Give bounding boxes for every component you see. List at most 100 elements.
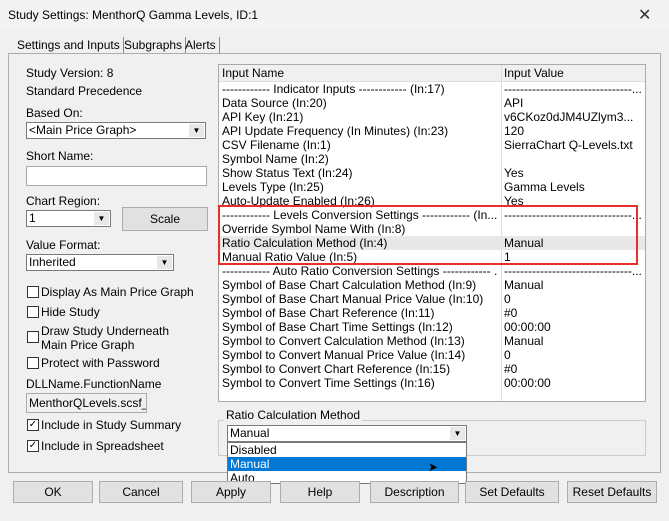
input-value[interactable]: 0 xyxy=(504,292,644,306)
draw-underneath-label: Draw Study Underneath Main Price Graph xyxy=(41,324,170,352)
input-name: ------------ Indicator Inputs ----------… xyxy=(222,82,445,96)
input-name: Symbol of Base Chart Calculation Method … xyxy=(222,278,477,292)
include-spreadsheet-checkbox[interactable]: ✓ xyxy=(27,440,39,452)
dll-label: DLLName.FunctionName xyxy=(26,377,162,391)
input-name: Symbol to Convert Manual Price Value (In… xyxy=(222,348,466,362)
table-row[interactable]: Symbol of Base Chart Time Settings (In:1… xyxy=(219,320,645,334)
table-row[interactable]: Symbol of Base Chart Reference (In:11) #0 xyxy=(219,306,645,320)
table-row[interactable]: API Update Frequency (In Minutes) (In:23… xyxy=(219,124,645,138)
tab-settings-and-inputs[interactable]: Settings and Inputs xyxy=(14,37,124,53)
close-icon[interactable]: ✕ xyxy=(638,5,651,25)
chart-region-label: Chart Region: xyxy=(26,194,101,208)
description-button[interactable]: Description xyxy=(370,481,459,503)
input-value[interactable]: Manual xyxy=(504,278,644,292)
input-value[interactable]: SierraChart Q-Levels.txt xyxy=(504,138,644,152)
input-value[interactable]: #0 xyxy=(504,306,644,320)
table-row[interactable]: API Key (In:21) v6CKoz0dJM4UZlym3... xyxy=(219,110,645,124)
input-name: Symbol Name (In:2) xyxy=(222,152,329,166)
input-value[interactable]: --------------------------------... xyxy=(504,264,644,278)
chevron-down-icon: ▼ xyxy=(189,124,204,137)
value-format-select[interactable]: Inherited ▼ xyxy=(26,254,174,271)
table-row[interactable]: Symbol of Base Chart Manual Price Value … xyxy=(219,292,645,306)
input-value[interactable]: Gamma Levels xyxy=(504,180,644,194)
table-header: Input Name Input Value xyxy=(219,65,645,82)
input-value[interactable]: 00:00:00 xyxy=(504,320,644,334)
tab-subgraphs[interactable]: Subgraphs xyxy=(121,37,187,53)
draw-underneath-checkbox[interactable] xyxy=(27,331,39,343)
value-format-value: Inherited xyxy=(29,255,76,269)
input-value[interactable]: 00:00:00 xyxy=(504,376,644,390)
table-row[interactable]: Symbol to Convert Calculation Method (In… xyxy=(219,334,645,348)
protect-password-checkbox[interactable] xyxy=(27,357,39,369)
ok-button[interactable]: OK xyxy=(13,481,93,503)
short-name-input[interactable] xyxy=(26,166,207,186)
hide-study-label: Hide Study xyxy=(41,305,100,319)
based-on-value: <Main Price Graph> xyxy=(29,123,137,137)
include-summary-checkbox[interactable]: ✓ xyxy=(27,419,39,431)
include-spreadsheet-label: Include in Spreadsheet xyxy=(41,439,164,453)
value-format-label: Value Format: xyxy=(26,238,101,252)
table-row[interactable]: Symbol of Base Chart Calculation Method … xyxy=(219,278,645,292)
input-value[interactable]: #0 xyxy=(504,362,644,376)
help-button[interactable]: Help xyxy=(280,481,360,503)
tab-alerts[interactable]: Alerts xyxy=(182,37,220,53)
input-value[interactable]: 120 xyxy=(504,124,644,138)
header-input-name[interactable]: Input Name xyxy=(222,66,284,80)
precedence: Standard Precedence xyxy=(26,84,143,98)
ratio-method-select[interactable]: Manual ▼ xyxy=(227,425,467,442)
editor-label: Ratio Calculation Method xyxy=(224,408,363,422)
input-name: Symbol to Convert Chart Reference (In:15… xyxy=(222,362,451,376)
table-row[interactable]: ------------ Auto Ratio Conversion Setti… xyxy=(219,264,645,278)
table-row[interactable]: Levels Type (In:25) Gamma Levels xyxy=(219,180,645,194)
input-value[interactable]: --------------------------------... xyxy=(504,82,644,96)
dll-input[interactable]: MenthorQLevels.scsf_ xyxy=(26,393,147,413)
input-name: Data Source (In:20) xyxy=(222,96,327,110)
input-name: Levels Type (In:25) xyxy=(222,180,324,194)
include-summary-label: Include in Study Summary xyxy=(41,418,182,432)
based-on-select[interactable]: <Main Price Graph> ▼ xyxy=(26,122,206,139)
ratio-method-value: Manual xyxy=(230,426,270,440)
input-name: API Update Frequency (In Minutes) (In:23… xyxy=(222,124,449,138)
reset-defaults-button[interactable]: Reset Defaults xyxy=(567,481,657,503)
table-row[interactable]: CSV Filename (In:1) SierraChart Q-Levels.… xyxy=(219,138,645,152)
study-version: Study Version: 8 xyxy=(26,66,114,80)
chart-region-value: 1 xyxy=(29,211,36,225)
highlight-box xyxy=(218,205,638,265)
cancel-button[interactable]: Cancel xyxy=(99,481,183,503)
input-name: ------------ Auto Ratio Conversion Setti… xyxy=(222,264,497,278)
display-as-main-checkbox[interactable] xyxy=(27,286,39,298)
input-value[interactable]: API xyxy=(504,96,644,110)
input-name: API Key (In:21) xyxy=(222,110,304,124)
input-name: CSV Filename (In:1) xyxy=(222,138,331,152)
input-name: Symbol of Base Chart Time Settings (In:1… xyxy=(222,320,453,334)
input-value[interactable]: 0 xyxy=(504,348,644,362)
table-row[interactable]: ------------ Indicator Inputs ----------… xyxy=(219,82,645,96)
input-value[interactable]: Manual xyxy=(504,334,644,348)
table-row[interactable]: Symbol Name (In:2) xyxy=(219,152,645,166)
option-disabled[interactable]: Disabled xyxy=(228,443,466,457)
input-name: Symbol to Convert Calculation Method (In… xyxy=(222,334,465,348)
hide-study-checkbox[interactable] xyxy=(27,306,39,318)
table-row[interactable]: Symbol to Convert Time Settings (In:16) 0… xyxy=(219,376,645,390)
mouse-cursor-icon: ➤ xyxy=(428,460,439,474)
apply-button[interactable]: Apply xyxy=(191,481,271,503)
chevron-down-icon: ▼ xyxy=(450,427,465,440)
table-row[interactable]: Show Status Text (In:24) Yes xyxy=(219,166,645,180)
based-on-label: Based On: xyxy=(26,106,83,120)
input-value[interactable]: v6CKoz0dJM4UZlym3... xyxy=(504,110,644,124)
input-name: Show Status Text (In:24) xyxy=(222,166,353,180)
input-name: Symbol of Base Chart Reference (In:11) xyxy=(222,306,435,320)
display-as-main-label: Display As Main Price Graph xyxy=(41,285,194,299)
table-row[interactable]: Data Source (In:20) API xyxy=(219,96,645,110)
table-row[interactable]: Symbol to Convert Chart Reference (In:15… xyxy=(219,362,645,376)
input-name: Symbol of Base Chart Manual Price Value … xyxy=(222,292,484,306)
window-title: Study Settings: MenthorQ Gamma Levels, I… xyxy=(8,8,259,22)
chevron-down-icon: ▼ xyxy=(157,256,172,269)
protect-password-label: Protect with Password xyxy=(41,356,160,370)
chart-region-select[interactable]: 1 ▼ xyxy=(26,210,111,227)
input-value[interactable]: Yes xyxy=(504,166,644,180)
table-row[interactable]: Symbol to Convert Manual Price Value (In… xyxy=(219,348,645,362)
header-input-value[interactable]: Input Value xyxy=(504,66,564,80)
set-defaults-button[interactable]: Set Defaults xyxy=(465,481,559,503)
scale-button[interactable]: Scale xyxy=(122,207,208,231)
